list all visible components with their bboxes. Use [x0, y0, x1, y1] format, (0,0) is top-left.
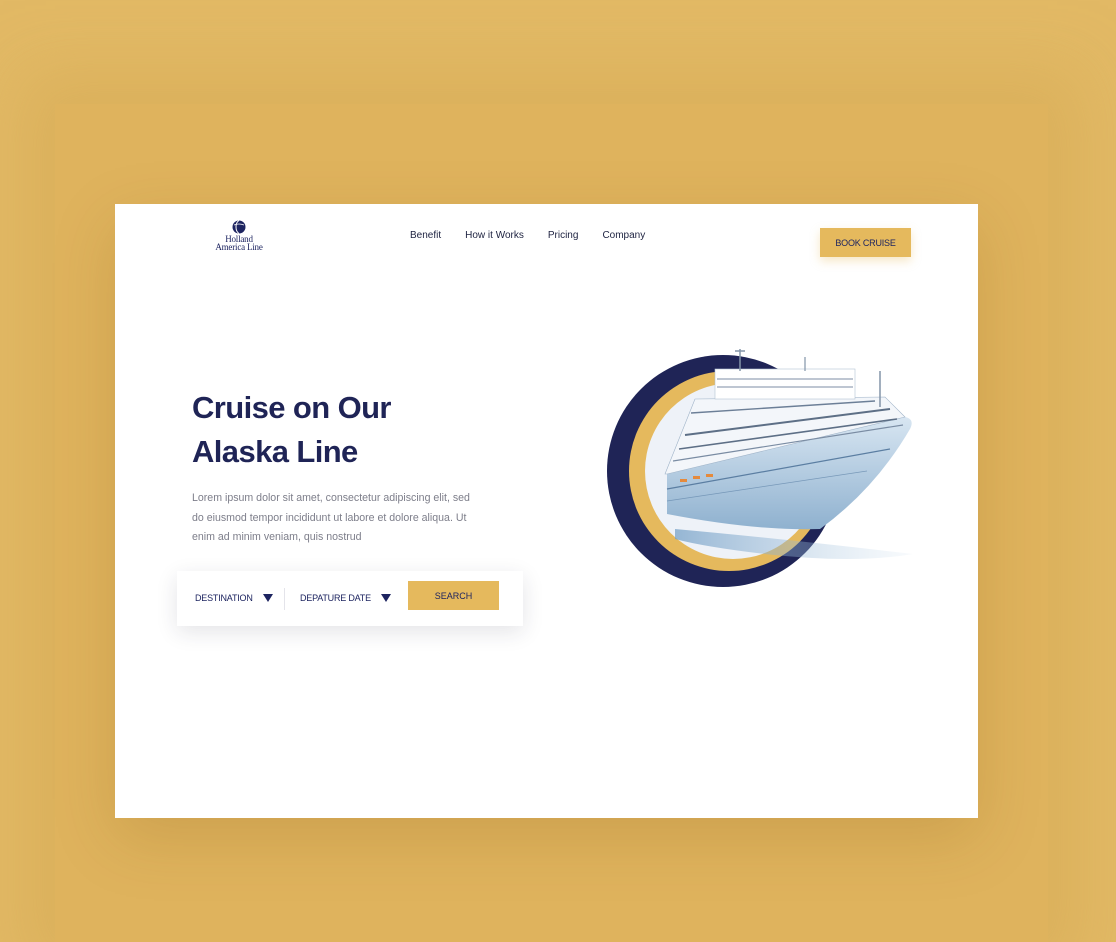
globe-logo-icon	[232, 220, 246, 234]
landing-page: Holland America Line Benefit How it Work…	[115, 204, 978, 818]
hero-title-line2: Alaska Line	[192, 434, 358, 469]
nav-item-pricing[interactable]: Pricing	[548, 230, 579, 241]
triangle-down-icon	[262, 594, 273, 602]
search-divider	[284, 588, 285, 610]
destination-dropdown[interactable]: DESTINATION	[195, 593, 273, 603]
hero-title-line1: Cruise on Our	[192, 390, 392, 425]
logo-text-line2: America Line	[215, 242, 263, 252]
triangle-down-icon	[380, 594, 391, 602]
main-nav: Benefit How it Works Pricing Company	[410, 230, 669, 241]
departure-date-dropdown[interactable]: DEPATURE DATE	[300, 593, 391, 603]
book-cruise-button[interactable]: BOOK CRUISE	[820, 228, 911, 257]
hero-title: Cruise on Our Alaska Line	[192, 386, 492, 474]
hero-description: Lorem ipsum dolor sit amet, consectetur …	[192, 492, 470, 543]
logo[interactable]: Holland America Line	[209, 219, 269, 252]
ship-bridge	[714, 368, 856, 400]
departure-date-label: DEPATURE DATE	[300, 593, 371, 603]
search-bar: DESTINATION DEPATURE DATE SEARCH	[177, 571, 523, 626]
cruise-ship-image	[607, 349, 913, 587]
nav-item-how-it-works[interactable]: How it Works	[465, 230, 524, 241]
destination-label: DESTINATION	[195, 593, 253, 603]
search-button[interactable]: SEARCH	[408, 581, 499, 610]
nav-item-company[interactable]: Company	[602, 230, 645, 241]
nav-item-benefit[interactable]: Benefit	[410, 230, 441, 241]
